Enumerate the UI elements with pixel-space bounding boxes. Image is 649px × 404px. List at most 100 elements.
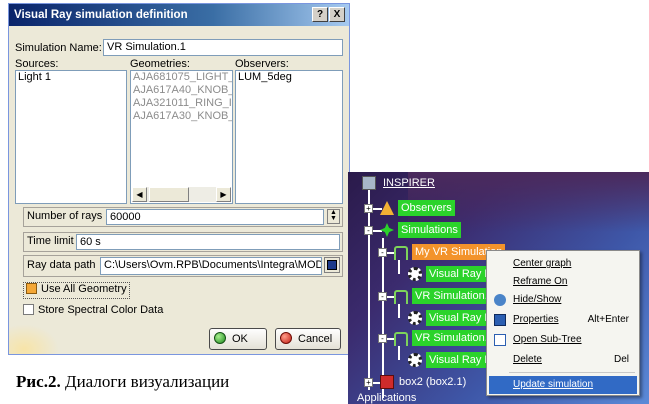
menu-item-shortcut: Alt+Enter (587, 314, 629, 325)
simulation-icon (394, 246, 408, 260)
context-menu: Center graph Reframe On Hide/Show Proper… (486, 250, 640, 396)
tree-line (398, 346, 400, 360)
part-icon (380, 375, 394, 389)
menu-item-center-graph[interactable]: Center graph (489, 255, 637, 273)
time-limit-label: Time limit (27, 235, 74, 247)
tree-root-node[interactable]: INSPIRER (380, 175, 438, 191)
menu-item-hide-show[interactable]: Hide/Show (489, 291, 637, 309)
geometry-item[interactable]: AJA321011_RING_I (131, 97, 232, 110)
expander-icon[interactable]: - (364, 226, 373, 235)
tree-line (398, 260, 400, 274)
menu-item-label: Open Sub-Tree (513, 334, 582, 345)
use-all-geometry-label: Use All Geometry (41, 283, 127, 295)
simulation-icon (394, 332, 408, 346)
help-button[interactable]: ? (312, 7, 328, 22)
menu-item-delete[interactable]: Delete Del (489, 351, 637, 369)
caption-text: Диалоги визуализации (60, 372, 230, 391)
geometries-hscrollbar[interactable]: ◀ ▶ (132, 187, 231, 202)
menu-item-properties[interactable]: Properties Alt+Enter (489, 311, 637, 329)
vr-simulation-dialog: Visual Ray simulation definition ? X Sim… (8, 3, 350, 355)
number-of-rays-label: Number of rays (27, 210, 103, 222)
use-all-geometry-option[interactable]: Use All Geometry (23, 282, 130, 299)
ray-data-path-row: Ray data path C:\Users\Ovm.RPB\Documents… (23, 255, 343, 277)
menu-item-label: Delete (513, 354, 542, 365)
tree-node-sim3-result[interactable]: Visual Ray R (426, 352, 496, 368)
menu-item-label: Properties (513, 314, 559, 325)
menu-item-shortcut: Del (613, 354, 629, 365)
rays-spinner[interactable]: ▲ ▼ (327, 209, 340, 224)
scroll-right-icon[interactable]: ▶ (216, 187, 231, 202)
menu-item-reframe-on[interactable]: Reframe On (489, 273, 637, 291)
browse-folder-button[interactable] (324, 257, 340, 273)
close-button[interactable]: X (329, 7, 345, 22)
use-all-geometry-checkbox[interactable] (26, 283, 37, 294)
simulations-icon (380, 223, 394, 237)
gear-icon (408, 353, 422, 367)
figure-caption: Рис.2. Диалоги визуализации (16, 372, 229, 392)
geometries-label: Geometries: (130, 58, 190, 70)
store-spectral-label: Store Spectral Color Data (38, 304, 164, 316)
cancel-label: Cancel (298, 333, 333, 345)
scroll-thumb[interactable] (149, 187, 189, 202)
expander-icon[interactable]: - (378, 248, 387, 257)
gear-icon (408, 311, 422, 325)
tree-node-simulations[interactable]: Simulations (398, 222, 461, 238)
simulation-name-label: Simulation Name: (15, 42, 102, 54)
menu-separator (509, 372, 635, 373)
ray-data-path-input[interactable]: C:\Users\Ovm.RPB\Documents\Integra\MOD (100, 257, 322, 275)
decorative-glow (9, 324, 59, 354)
spin-down-icon[interactable]: ▼ (328, 215, 339, 222)
hide-show-icon (494, 294, 506, 306)
menu-item-label: Center graph (513, 258, 572, 269)
store-spectral-option[interactable]: Store Spectral Color Data (23, 304, 163, 321)
tree-node-sim1-result[interactable]: Visual Ray R (426, 266, 496, 282)
caption-prefix: Рис.2. (16, 372, 61, 391)
expander-icon[interactable]: - (378, 334, 387, 343)
geometry-item[interactable]: AJA681075_LIGHT_F (131, 71, 232, 84)
scroll-left-icon[interactable]: ◀ (132, 187, 147, 202)
ray-data-path-label: Ray data path (27, 259, 96, 271)
tree-node-sim2-result[interactable]: Visual Ray R (426, 310, 496, 326)
properties-icon (494, 314, 506, 326)
simulation-icon (394, 290, 408, 304)
tree-node-box[interactable]: box2 (box2.1) (396, 374, 469, 390)
expander-icon[interactable]: - (378, 292, 387, 301)
expander-icon[interactable]: + (364, 378, 373, 387)
tree-node-sim3[interactable]: VR Simulation.2 (412, 330, 497, 346)
tree-node-observers[interactable]: Observers (398, 200, 455, 216)
observers-label: Observers: (235, 58, 289, 70)
geometry-item[interactable]: AJA617A40_KNOB_ (131, 84, 232, 97)
menu-item-label: Hide/Show (513, 294, 562, 305)
tree-line (368, 190, 370, 390)
expander-icon[interactable]: + (364, 204, 373, 213)
ok-icon (214, 332, 226, 344)
open-sub-tree-icon (494, 334, 506, 346)
menu-item-update-simulation[interactable]: Update simulation (489, 376, 637, 394)
time-limit-row: Time limit 60 s (23, 232, 343, 252)
store-spectral-checkbox[interactable] (23, 304, 34, 315)
ok-label: OK (232, 333, 248, 345)
product-root-icon (362, 176, 376, 190)
simulation-name-input[interactable]: VR Simulation.1 (103, 39, 343, 56)
observer-item[interactable]: LUM_5deg (236, 71, 342, 84)
menu-item-label: Update simulation (513, 379, 594, 390)
tree-line (382, 238, 384, 398)
cancel-icon (280, 332, 292, 344)
tree-node-sim2[interactable]: VR Simulation.1 (412, 288, 497, 304)
number-of-rays-row: Number of rays 60000 ▲ ▼ (23, 207, 343, 227)
tree-node-applications[interactable]: Applications (354, 390, 419, 404)
observers-list[interactable]: LUM_5deg (235, 70, 343, 204)
sources-label: Sources: (15, 58, 59, 70)
geometries-list[interactable]: AJA681075_LIGHT_F AJA617A40_KNOB_ AJA321… (130, 70, 233, 204)
ok-button[interactable]: OK (209, 328, 267, 350)
menu-item-open-sub-tree[interactable]: Open Sub-Tree (489, 331, 637, 349)
dialog-title-bar[interactable]: Visual Ray simulation definition ? X (9, 4, 349, 26)
sources-list[interactable]: Light 1 (15, 70, 127, 204)
cancel-button[interactable]: Cancel (275, 328, 341, 350)
geometry-item[interactable]: AJA617A30_KNOB_ (131, 110, 232, 123)
dialog-title: Visual Ray simulation definition (14, 9, 188, 21)
time-limit-input[interactable]: 60 s (76, 234, 340, 250)
source-item[interactable]: Light 1 (16, 71, 126, 84)
number-of-rays-input[interactable]: 60000 (106, 209, 324, 225)
gear-icon (408, 267, 422, 281)
